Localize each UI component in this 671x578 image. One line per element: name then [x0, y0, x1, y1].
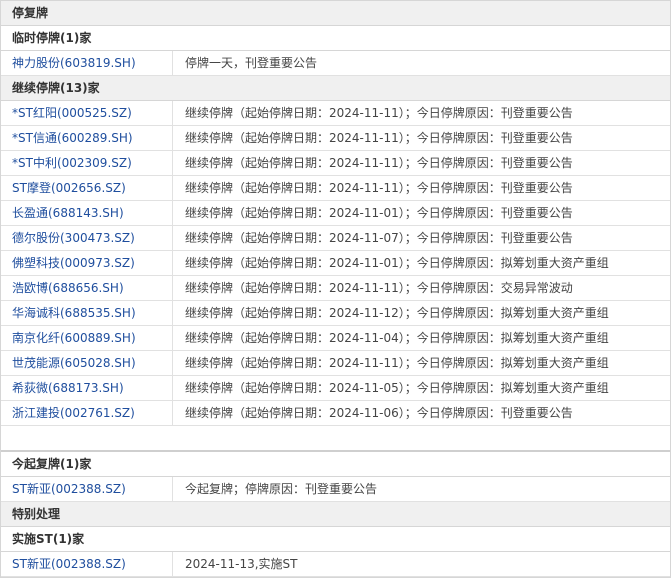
table-row: *ST信通(600289.SH) 继续停牌（起始停牌日期：2024-11-11）；… [1, 126, 670, 151]
stock-link[interactable]: 德尔股份(300473.SZ) [1, 226, 173, 250]
table-row: 浩欧博(688656.SH) 继续停牌（起始停牌日期：2024-11-11）；今日… [1, 276, 670, 301]
suspension-info: 继续停牌（起始停牌日期：2024-11-01）；今日停牌原因：拟筹划重大资产重组 [185, 256, 609, 270]
table-row: *ST中利(002309.SZ) 继续停牌（起始停牌日期：2024-11-11）；… [1, 151, 670, 176]
continued-suspension-list: *ST红阳(000525.SZ) 继续停牌（起始停牌日期：2024-11-11）；… [1, 101, 670, 426]
suspension-info: 继续停牌（起始停牌日期：2024-11-05）；今日停牌原因：拟筹划重大资产重组 [185, 381, 609, 395]
table-row: ST新亚(002388.SZ) 今起复牌；停牌原因：刊登重要公告 [1, 477, 670, 502]
suspension-info: 继续停牌（起始停牌日期：2024-11-11）；今日停牌原因：刊登重要公告 [185, 106, 573, 120]
suspension-info: 2024-11-13,实施ST [185, 557, 298, 571]
table-row: 长盈通(688143.SH) 继续停牌（起始停牌日期：2024-11-01）；今日… [1, 201, 670, 226]
suspension-info: 继续停牌（起始停牌日期：2024-11-11）；今日停牌原因：刊登重要公告 [185, 131, 573, 145]
stock-link[interactable]: 世茂能源(605028.SH) [1, 351, 173, 375]
section-title-suspension: 停复牌 [1, 1, 670, 26]
resume-header: 今起复牌(1)家 [1, 452, 670, 477]
stock-link[interactable]: ST新亚(002388.SZ) [1, 477, 173, 501]
suspension-info: 继续停牌（起始停牌日期：2024-11-11）；今日停牌原因：拟筹划重大资产重组 [185, 356, 609, 370]
table-row: 浙江建投(002761.SZ) 继续停牌（起始停牌日期：2024-11-06）；今… [1, 401, 670, 426]
stock-link[interactable]: 希荻微(688173.SH) [1, 376, 173, 400]
table-row: *ST红阳(000525.SZ) 继续停牌（起始停牌日期：2024-11-11）；… [1, 101, 670, 126]
table-row: 华海诚科(688535.SH) 继续停牌（起始停牌日期：2024-11-12）；今… [1, 301, 670, 326]
suspension-info: 继续停牌（起始停牌日期：2024-11-11）；今日停牌原因：刊登重要公告 [185, 181, 573, 195]
stock-link[interactable]: *ST中利(002309.SZ) [1, 151, 173, 175]
suspension-panel: 停复牌 临时停牌(1)家 神力股份(603819.SH) 停牌一天，刊登重要公告 … [0, 0, 671, 578]
continued-suspension-header: 继续停牌(13)家 [1, 76, 670, 101]
table-row: 南京化纤(600889.SH) 继续停牌（起始停牌日期：2024-11-04）；今… [1, 326, 670, 351]
table-row: 德尔股份(300473.SZ) 继续停牌（起始停牌日期：2024-11-07）；今… [1, 226, 670, 251]
table-row: 世茂能源(605028.SH) 继续停牌（起始停牌日期：2024-11-11）；今… [1, 351, 670, 376]
temp-suspension-list: 神力股份(603819.SH) 停牌一天，刊登重要公告 [1, 51, 670, 76]
stock-link[interactable]: 长盈通(688143.SH) [1, 201, 173, 225]
table-row: 佛塑科技(000973.SZ) 继续停牌（起始停牌日期：2024-11-01）；今… [1, 251, 670, 276]
table-row: 神力股份(603819.SH) 停牌一天，刊登重要公告 [1, 51, 670, 76]
st-header: 实施ST(1)家 [1, 527, 670, 552]
stock-link[interactable]: 华海诚科(688535.SH) [1, 301, 173, 325]
suspension-info: 继续停牌（起始停牌日期：2024-11-12）；今日停牌原因：拟筹划重大资产重组 [185, 306, 609, 320]
table-row: ST新亚(002388.SZ) 2024-11-13,实施ST [1, 552, 670, 577]
table-row: 希荻微(688173.SH) 继续停牌（起始停牌日期：2024-11-05）；今日… [1, 376, 670, 401]
stock-link[interactable]: ST摩登(002656.SZ) [1, 176, 173, 200]
stock-link[interactable]: *ST红阳(000525.SZ) [1, 101, 173, 125]
section-gap [1, 426, 670, 452]
suspension-info: 继续停牌（起始停牌日期：2024-11-06）；今日停牌原因：刊登重要公告 [185, 406, 573, 420]
stock-link[interactable]: ST新亚(002388.SZ) [1, 552, 173, 576]
temp-suspension-header: 临时停牌(1)家 [1, 26, 670, 51]
suspension-info: 继续停牌（起始停牌日期：2024-11-11）；今日停牌原因：刊登重要公告 [185, 156, 573, 170]
st-list: ST新亚(002388.SZ) 2024-11-13,实施ST [1, 552, 670, 577]
suspension-info: 今起复牌；停牌原因：刊登重要公告 [185, 482, 378, 496]
resume-list: ST新亚(002388.SZ) 今起复牌；停牌原因：刊登重要公告 [1, 477, 670, 502]
stock-link[interactable]: 佛塑科技(000973.SZ) [1, 251, 173, 275]
suspension-info: 继续停牌（起始停牌日期：2024-11-01）；今日停牌原因：刊登重要公告 [185, 206, 573, 220]
stock-link[interactable]: 神力股份(603819.SH) [1, 51, 173, 75]
stock-link[interactable]: 南京化纤(600889.SH) [1, 326, 173, 350]
stock-link[interactable]: 浩欧博(688656.SH) [1, 276, 173, 300]
suspension-info: 继续停牌（起始停牌日期：2024-11-04）；今日停牌原因：拟筹划重大资产重组 [185, 331, 609, 345]
table-row: ST摩登(002656.SZ) 继续停牌（起始停牌日期：2024-11-11）；今… [1, 176, 670, 201]
stock-link[interactable]: 浙江建投(002761.SZ) [1, 401, 173, 425]
suspension-info: 继续停牌（起始停牌日期：2024-11-11）；今日停牌原因：交易异常波动 [185, 281, 573, 295]
section-title-special: 特别处理 [1, 502, 670, 527]
stock-link[interactable]: *ST信通(600289.SH) [1, 126, 173, 150]
suspension-info: 停牌一天，刊登重要公告 [185, 56, 318, 70]
suspension-info: 继续停牌（起始停牌日期：2024-11-07）；今日停牌原因：刊登重要公告 [185, 231, 573, 245]
